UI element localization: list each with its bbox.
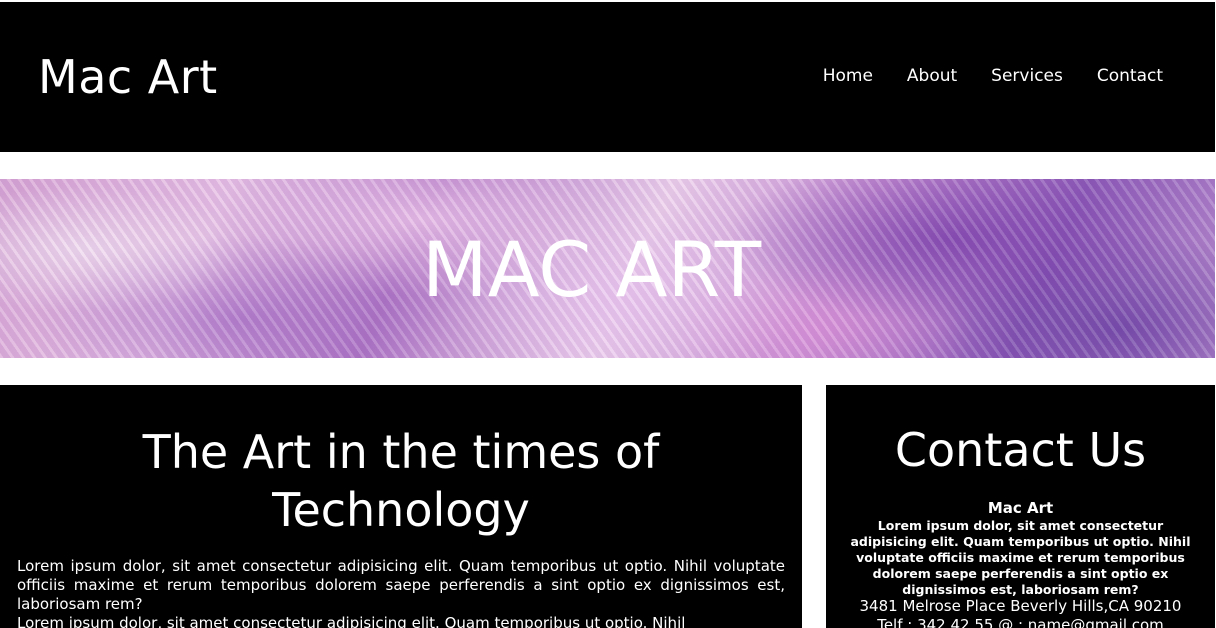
main-nav: Home About Services Contact bbox=[823, 66, 1163, 86]
site-logo[interactable]: Mac Art bbox=[38, 50, 218, 104]
article-title: The Art in the times of Technology bbox=[142, 425, 660, 537]
nav-link-contact[interactable]: Contact bbox=[1097, 66, 1163, 86]
article-paragraph-1: Lorem ipsum dolor, sit amet consectetur … bbox=[17, 557, 785, 613]
site-header: Mac Art Home About Services Contact bbox=[0, 2, 1215, 152]
article-paragraph-2: Lorem ipsum dolor, sit amet consectetur … bbox=[17, 614, 686, 628]
contact-description: Lorem ipsum dolor, sit amet consectetur … bbox=[850, 518, 1191, 597]
contact-phone-email: Telf : 342 42 55 @ : name@gmail.com bbox=[877, 616, 1164, 628]
article-body: Lorem ipsum dolor, sit amet consectetur … bbox=[17, 557, 785, 628]
contact-panel: Contact Us Mac Art Lorem ipsum dolor, si… bbox=[826, 385, 1215, 628]
contact-title: Contact Us bbox=[894, 423, 1147, 477]
hero-banner: MAC ART bbox=[0, 179, 1215, 358]
contact-company-name: Mac Art bbox=[987, 499, 1054, 517]
main-article: The Art in the times of Technology Lorem… bbox=[0, 385, 802, 628]
contact-address: 3481 Melrose Place Beverly Hills,CA 9021… bbox=[859, 597, 1182, 615]
nav-link-home[interactable]: Home bbox=[823, 66, 873, 86]
nav-link-services[interactable]: Services bbox=[991, 66, 1063, 86]
nav-link-about[interactable]: About bbox=[907, 66, 957, 86]
hero-title: MAC ART bbox=[422, 225, 762, 314]
